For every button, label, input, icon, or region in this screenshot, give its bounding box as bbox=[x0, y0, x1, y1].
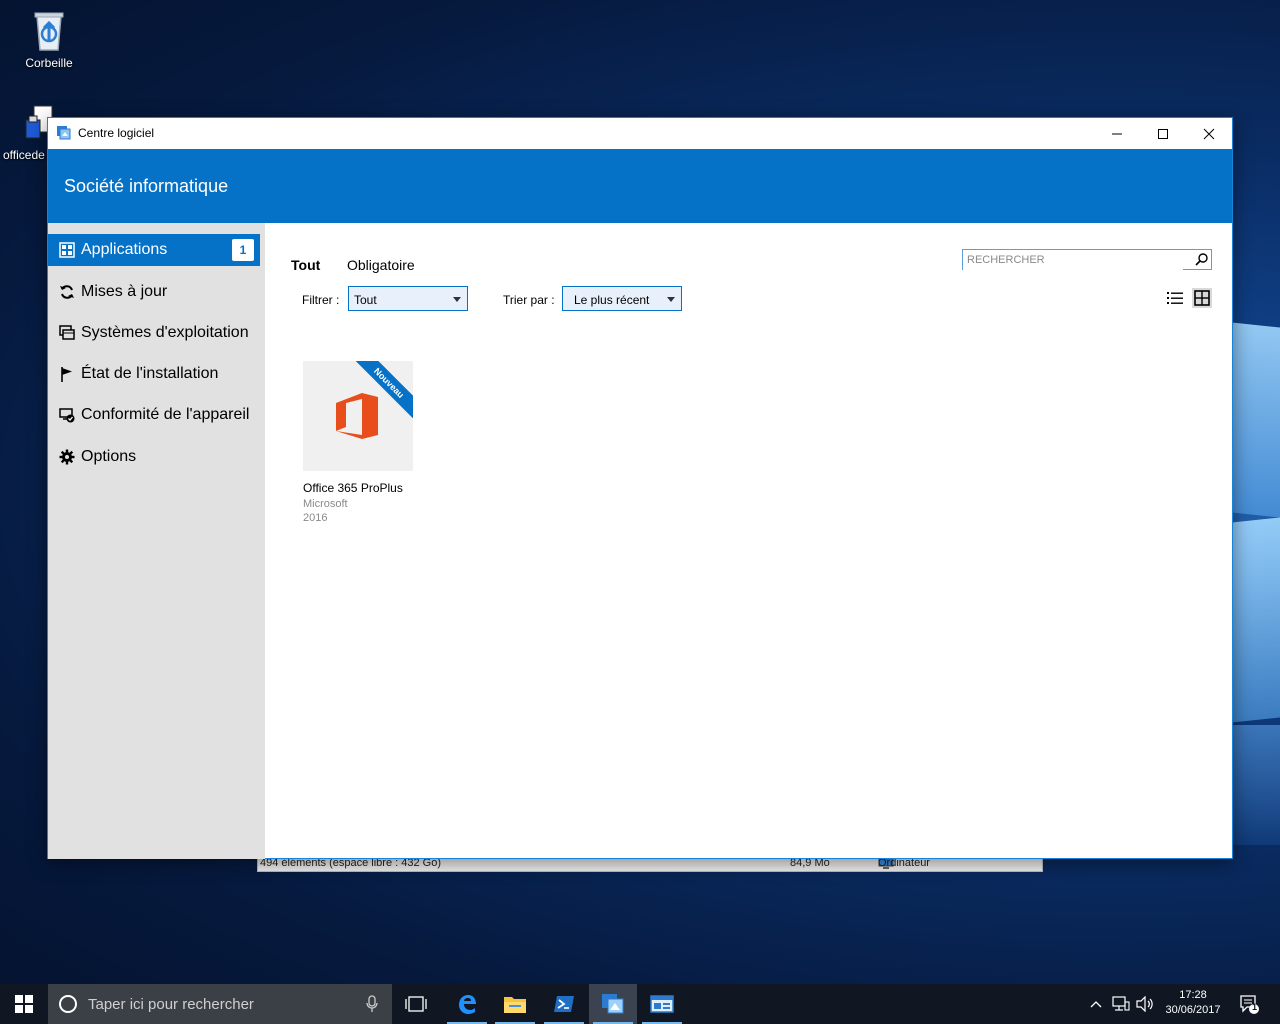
maximize-icon bbox=[1158, 128, 1168, 139]
taskbar-clock[interactable]: 17:28 30/06/2017 bbox=[1158, 988, 1228, 1018]
clock-time: 17:28 bbox=[1179, 989, 1207, 1001]
tab-all[interactable]: Tout bbox=[291, 257, 320, 273]
filter-value: Tout bbox=[354, 293, 377, 307]
taskbar: Taper ici pour rechercher 17:28 30/06/20… bbox=[0, 984, 1280, 1024]
microphone-icon[interactable] bbox=[366, 995, 378, 1018]
office-icon bbox=[336, 393, 378, 439]
sidebar: Applications 1 Mises à jour Systèmes d'e… bbox=[48, 223, 265, 859]
configuration-manager-icon bbox=[650, 995, 674, 1013]
maximize-button[interactable] bbox=[1140, 118, 1186, 149]
window-title: Centre logiciel bbox=[78, 126, 155, 140]
sidebar-item-operating-systems[interactable]: Systèmes d'exploitation bbox=[48, 317, 260, 349]
close-button[interactable] bbox=[1186, 118, 1232, 149]
list-view-button[interactable] bbox=[1165, 288, 1185, 308]
sidebar-item-updates[interactable]: Mises à jour bbox=[48, 276, 260, 308]
flag-icon bbox=[58, 365, 76, 383]
app-thumbnail: Nouveau bbox=[303, 361, 413, 471]
main-content: Tout Obligatoire Filtrer : Tout Trier pa… bbox=[265, 223, 1232, 858]
software-center-icon bbox=[602, 994, 624, 1014]
app-publisher: Microsoft bbox=[303, 498, 348, 510]
chevron-down-icon bbox=[667, 297, 675, 302]
windows-logo-icon bbox=[15, 995, 33, 1013]
taskbar-search[interactable]: Taper ici pour rechercher bbox=[48, 984, 392, 1024]
sidebar-item-installation-status[interactable]: État de l'installation bbox=[48, 358, 260, 390]
sort-value: Le plus récent bbox=[574, 293, 650, 307]
network-icon bbox=[1112, 996, 1130, 1011]
sort-dropdown[interactable]: Le plus récent bbox=[562, 286, 682, 311]
applications-count-badge: 1 bbox=[232, 239, 254, 261]
desktop-icon-label: Corbeille bbox=[25, 56, 73, 70]
window-titlebar[interactable]: Centre logiciel bbox=[48, 118, 1232, 149]
start-button[interactable] bbox=[0, 984, 48, 1024]
wallpaper-beam bbox=[1232, 517, 1280, 723]
taskbar-edge[interactable] bbox=[443, 984, 491, 1024]
recycle-bin-icon bbox=[29, 8, 69, 52]
windows-stack-icon bbox=[58, 324, 76, 342]
powershell-icon bbox=[554, 996, 574, 1012]
sidebar-item-label: Applications bbox=[81, 241, 168, 258]
sidebar-item-label: État de l'installation bbox=[81, 365, 219, 382]
sidebar-item-label: Systèmes d'exploitation bbox=[81, 324, 249, 341]
search-icon[interactable] bbox=[1194, 252, 1209, 267]
volume-tray-button[interactable] bbox=[1134, 984, 1156, 1024]
clock-date: 30/06/2017 bbox=[1165, 1004, 1221, 1016]
task-view-button[interactable] bbox=[392, 984, 440, 1024]
edge-icon bbox=[459, 995, 476, 1014]
folder-icon bbox=[504, 997, 526, 1013]
taskbar-search-placeholder: Taper ici pour rechercher bbox=[88, 996, 254, 1013]
sidebar-item-device-compliance[interactable]: Conformité de l'appareil bbox=[48, 399, 260, 431]
refresh-icon bbox=[58, 283, 76, 301]
list-view-icon bbox=[1167, 292, 1183, 304]
taskbar-file-explorer[interactable] bbox=[491, 984, 539, 1024]
organization-banner: Société informatique bbox=[48, 149, 1232, 223]
grid-view-icon bbox=[1194, 290, 1210, 306]
sidebar-item-label: Options bbox=[81, 448, 137, 465]
wallpaper-beam bbox=[1232, 725, 1280, 845]
search-input[interactable] bbox=[963, 250, 1183, 270]
network-tray-button[interactable] bbox=[1110, 984, 1132, 1024]
app-name: Office 365 ProPlus bbox=[303, 481, 403, 495]
sidebar-item-label: Mises à jour bbox=[81, 283, 168, 300]
filter-dropdown[interactable]: Tout bbox=[348, 286, 468, 311]
device-check-icon bbox=[58, 406, 76, 424]
notification-count: 1 bbox=[1252, 1002, 1258, 1012]
taskbar-config-manager[interactable] bbox=[638, 984, 686, 1024]
desktop-icon-officede[interactable]: officede bbox=[0, 104, 54, 162]
close-icon bbox=[1203, 128, 1215, 139]
show-hidden-icons-button[interactable] bbox=[1086, 984, 1106, 1024]
app-version: 2016 bbox=[303, 512, 328, 524]
action-center-button[interactable]: 1 bbox=[1234, 984, 1264, 1024]
taskbar-software-center[interactable] bbox=[589, 984, 637, 1024]
taskbar-powershell[interactable] bbox=[540, 984, 588, 1024]
sort-label: Trier par : bbox=[503, 293, 555, 307]
wallpaper-beam bbox=[1232, 322, 1280, 518]
sidebar-item-applications[interactable]: Applications 1 bbox=[48, 234, 260, 266]
sidebar-item-label: Conformité de l'appareil bbox=[81, 406, 250, 423]
grid-view-button[interactable] bbox=[1192, 288, 1212, 308]
desktop-icon-recycle-bin[interactable]: Corbeille bbox=[4, 8, 94, 70]
gear-icon bbox=[58, 448, 76, 466]
search-box bbox=[962, 249, 1212, 270]
software-center-icon bbox=[56, 125, 72, 141]
task-view-icon bbox=[405, 996, 427, 1012]
cortana-icon bbox=[59, 995, 77, 1013]
organization-name: Société informatique bbox=[64, 176, 229, 196]
sidebar-item-options[interactable]: Options bbox=[48, 441, 260, 473]
software-center-window: Centre logiciel Société informatique App… bbox=[47, 117, 1233, 859]
app-tile[interactable]: Nouveau Office 365 ProPlus Microsoft 201… bbox=[303, 361, 415, 524]
minimize-icon bbox=[1112, 133, 1122, 134]
tab-required[interactable]: Obligatoire bbox=[347, 257, 415, 273]
filter-label: Filtrer : bbox=[302, 293, 340, 307]
minimize-button[interactable] bbox=[1094, 118, 1140, 149]
chevron-down-icon bbox=[453, 297, 461, 302]
chevron-up-icon bbox=[1090, 1001, 1102, 1008]
speaker-icon bbox=[1136, 996, 1153, 1012]
grid-icon bbox=[58, 241, 76, 259]
